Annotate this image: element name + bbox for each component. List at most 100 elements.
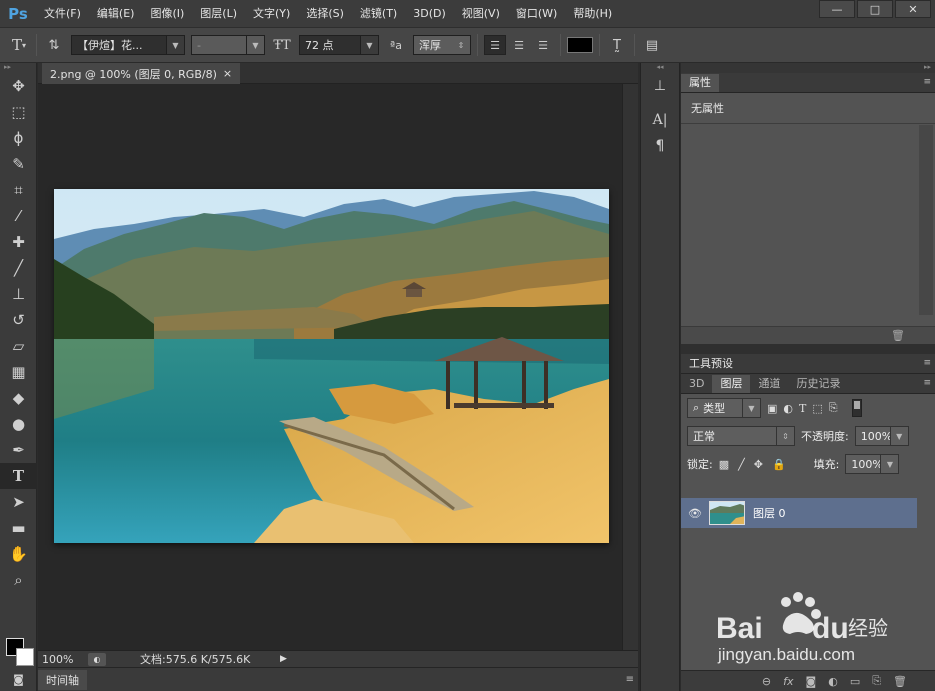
tab-history[interactable]: 历史记录	[788, 375, 848, 393]
paragraph-icon[interactable]: ¶	[641, 133, 679, 159]
clone-stamp-tool-icon[interactable]: ⊥	[0, 281, 37, 307]
menu-layer[interactable]: 图层(L)	[192, 0, 245, 27]
tab-properties[interactable]: 属性	[681, 74, 719, 92]
shape-filter-icon[interactable]: ⬚	[812, 402, 822, 415]
quick-mask-icon[interactable]: ◙	[0, 669, 37, 689]
adjustment-filter-icon[interactable]: ◐	[783, 402, 793, 415]
type-tool-icon[interactable]: T	[0, 463, 37, 489]
eye-icon[interactable]: 👁	[681, 507, 709, 520]
new-layer-icon[interactable]: ⎘	[872, 674, 881, 688]
healing-brush-tool-icon[interactable]: ✚	[0, 229, 37, 255]
font-family-select[interactable]: 【伊煊】花... ▼	[71, 35, 185, 55]
filter-kind-select[interactable]: ⌕ 类型 ▼	[687, 398, 761, 418]
text-color-swatch[interactable]	[567, 37, 593, 53]
menu-select[interactable]: 选择(S)	[298, 0, 352, 27]
character-icon[interactable]: A|	[641, 107, 679, 133]
tab-channels[interactable]: 通道	[750, 375, 788, 393]
pen-tool-icon[interactable]: ✒	[0, 437, 37, 463]
smart-object-filter-icon[interactable]: ⎘	[829, 401, 838, 415]
marquee-tool-icon[interactable]: ⬚	[0, 99, 37, 125]
menu-image[interactable]: 图像(I)	[142, 0, 192, 27]
close-tab-icon[interactable]: ×	[223, 67, 232, 80]
timeline-tab[interactable]: 时间轴	[38, 670, 87, 690]
layer-row[interactable]: 👁 图层 0	[681, 498, 917, 528]
add-mask-icon[interactable]: ◙	[806, 675, 817, 688]
lasso-tool-icon[interactable]: ϕ	[0, 125, 37, 151]
toggle-orientation-icon[interactable]: ⇅	[43, 34, 65, 56]
menu-view[interactable]: 视图(V)	[454, 0, 508, 27]
fill-input[interactable]: 100% ▼	[845, 454, 900, 474]
menu-edit[interactable]: 编辑(E)	[89, 0, 143, 27]
panel-grip[interactable]: ▸▸	[681, 63, 935, 73]
menu-filter[interactable]: 滤镜(T)	[352, 0, 405, 27]
tab-tool-presets[interactable]: 工具预设	[681, 355, 741, 373]
dodge-tool-icon[interactable]: ●	[0, 411, 37, 437]
path-selection-tool-icon[interactable]: ➤	[0, 489, 37, 515]
warp-text-icon[interactable]: T̰	[606, 34, 628, 56]
lock-position-icon[interactable]: ✥	[754, 458, 763, 471]
tab-layers[interactable]: 图层	[712, 375, 751, 393]
layer-name[interactable]: 图层 0	[753, 505, 786, 521]
canvas-scrollbar[interactable]	[622, 84, 638, 650]
history-brush-tool-icon[interactable]: ↺	[0, 307, 37, 333]
restore-button[interactable]: □	[857, 0, 893, 18]
menu-type[interactable]: 文字(Y)	[245, 0, 298, 27]
pixel-filter-icon[interactable]: ▣	[767, 402, 777, 415]
lock-transparency-icon[interactable]: ▩	[719, 458, 729, 471]
blur-tool-icon[interactable]: ◆	[0, 385, 37, 411]
move-tool-icon[interactable]: ✥	[0, 73, 37, 99]
blend-mode-select[interactable]: 正常 ⇕	[687, 426, 795, 446]
eraser-tool-icon[interactable]: ▱	[0, 333, 37, 359]
properties-scrollbar[interactable]	[919, 125, 933, 315]
font-style-select[interactable]: - ▼	[191, 35, 265, 55]
divider	[599, 34, 600, 56]
panel-menu-icon[interactable]: ≡	[923, 378, 931, 388]
delete-layer-icon[interactable]: 🗑	[893, 675, 907, 688]
character-panel-icon[interactable]: ▤	[641, 34, 663, 56]
new-group-icon[interactable]: ▭	[850, 675, 860, 688]
tool-presets-icon[interactable]: ⊥	[641, 73, 679, 99]
align-center-icon[interactable]: ☰	[508, 35, 530, 55]
font-size-select[interactable]: 72 点 ▼	[299, 35, 379, 55]
menu-3d[interactable]: 3D(D)	[405, 0, 454, 27]
panel-menu-icon[interactable]: ≡	[923, 358, 931, 368]
type-tool-preset-icon[interactable]: T ▾	[8, 34, 30, 56]
rectangle-tool-icon[interactable]: ▬	[0, 515, 37, 541]
tab-3d[interactable]: 3D	[681, 375, 712, 393]
gradient-tool-icon[interactable]: ▦	[0, 359, 37, 385]
type-filter-icon[interactable]: T	[799, 402, 806, 415]
link-layers-icon[interactable]: ⊖	[762, 675, 771, 688]
panel-grip[interactable]: ◂◂	[641, 63, 679, 73]
minimize-button[interactable]: —	[819, 0, 855, 18]
menu-window[interactable]: 窗口(W)	[508, 0, 565, 27]
zoom-level[interactable]: 100%	[38, 653, 88, 666]
trash-icon[interactable]: 🗑	[891, 329, 905, 342]
hand-tool-icon[interactable]: ✋	[0, 541, 37, 567]
align-left-icon[interactable]: ☰	[484, 35, 506, 55]
background-color[interactable]	[16, 648, 34, 666]
layer-style-icon[interactable]: fx	[783, 675, 793, 688]
opacity-input[interactable]: 100% ▼	[854, 426, 909, 446]
menu-help[interactable]: 帮助(H)	[565, 0, 620, 27]
eyedropper-tool-icon[interactable]: ⁄	[0, 203, 37, 229]
close-button[interactable]: ✕	[895, 0, 931, 18]
quick-select-tool-icon[interactable]: ✎	[0, 151, 37, 177]
align-right-icon[interactable]: ☰	[532, 35, 554, 55]
crop-tool-icon[interactable]: ⌗	[0, 177, 37, 203]
filter-toggle[interactable]	[851, 399, 862, 417]
lock-all-icon[interactable]: 🔒	[772, 458, 786, 471]
panel-menu-icon[interactable]: ≡	[923, 77, 931, 87]
status-info-icon[interactable]: ◐	[88, 652, 106, 666]
panel-grip[interactable]: ▸▸	[0, 63, 36, 73]
adjustment-layer-icon[interactable]: ◐	[828, 675, 838, 688]
zoom-tool-icon[interactable]: ⌕	[0, 567, 37, 593]
antialias-select[interactable]: 浑厚 ⇕	[413, 35, 471, 55]
status-menu-arrow-icon[interactable]: ▶	[280, 654, 287, 664]
lock-pixels-icon[interactable]: ╱	[738, 458, 745, 471]
brush-tool-icon[interactable]: ╱	[0, 255, 37, 281]
menu-file[interactable]: 文件(F)	[36, 0, 89, 27]
panel-menu-icon[interactable]: ≡	[626, 674, 634, 685]
canvas-area[interactable]	[38, 84, 622, 650]
document-tab[interactable]: 2.png @ 100% (图层 0, RGB/8) ×	[42, 63, 241, 84]
properties-tabs: 属性 ≡	[681, 73, 935, 93]
